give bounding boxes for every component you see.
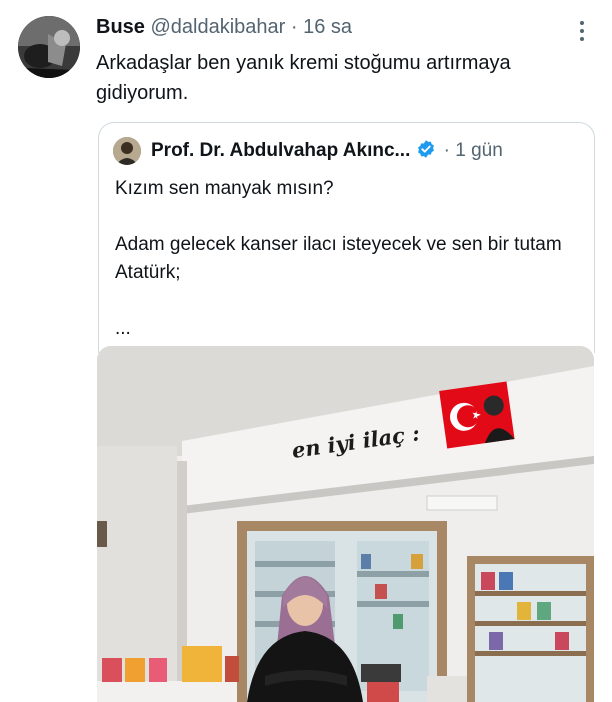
pharmacy-photo[interactable]: en iyi ilaç : [97, 346, 594, 702]
author-handle[interactable]: @daldakibahar [150, 16, 285, 38]
author-avatar[interactable] [18, 16, 80, 78]
quoted-tweet[interactable]: Prof. Dr. Abdulvahap Akınc... · 1 gün Kı… [98, 122, 595, 353]
tweet-text: Arkadaşlar ben yanık kremi stoğumu artır… [96, 52, 511, 104]
quoted-author-avatar[interactable] [113, 137, 141, 165]
more-vertical-icon[interactable] [572, 18, 592, 44]
tweet[interactable]: Buse @daldakibahar · 16 sa Arkadaşlar be… [0, 0, 612, 702]
flag-icon [439, 381, 515, 449]
verified-badge-icon [416, 139, 436, 159]
quoted-text: Kızım sen manyak mısın? Adam gelecek kan… [115, 178, 562, 339]
quoted-timestamp[interactable]: 1 gün [455, 140, 503, 161]
separator-dot: · [290, 16, 298, 38]
author-name[interactable]: Buse [96, 16, 145, 38]
quoted-author-name[interactable]: Prof. Dr. Abdulvahap Akınc... [151, 140, 410, 161]
quoted-header: Prof. Dr. Abdulvahap Akınc... · 1 gün [151, 137, 503, 165]
tweet-timestamp[interactable]: 16 sa [303, 16, 352, 38]
separator-dot: · [443, 140, 450, 161]
tweet-header: Buse @daldakibahar · 16 sa [96, 14, 352, 40]
